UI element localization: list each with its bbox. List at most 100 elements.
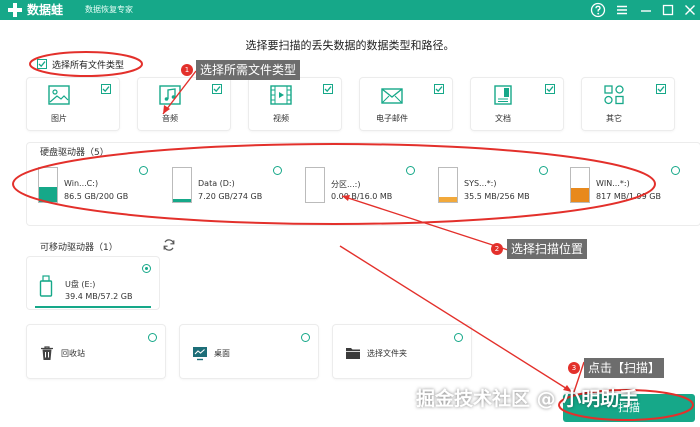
other-icon	[604, 85, 624, 105]
help-icon[interactable]	[590, 2, 606, 18]
hard-drive-item[interactable]: Data (D:) 7.20 GB/274 GB	[172, 166, 292, 207]
file-type-checkbox[interactable]	[101, 84, 111, 94]
drive-usage-fill	[39, 187, 57, 202]
file-type-label: 图片	[51, 114, 67, 123]
drive-radio[interactable]	[273, 166, 282, 175]
drive-usage-bar	[438, 167, 458, 203]
file-type-card-images[interactable]: 图片	[27, 78, 119, 130]
file-type-label: 音频	[162, 114, 178, 123]
usb-drive-size: 39.4 MB/57.2 GB	[65, 292, 133, 301]
file-type-card-audio[interactable]: 音频	[138, 78, 230, 130]
mail-icon	[381, 88, 403, 104]
title-bar: 数据蛙 数据恢复专家	[0, 0, 700, 20]
usb-drive-icon	[39, 275, 53, 297]
file-type-card-documents[interactable]: 文档	[471, 78, 563, 130]
minimize-icon[interactable]	[638, 2, 654, 18]
file-type-checkbox[interactable]	[323, 84, 333, 94]
menu-icon[interactable]	[614, 2, 630, 18]
checkmark-icon	[435, 86, 443, 93]
select-all-checkbox[interactable]	[37, 59, 47, 69]
drive-usage-bar	[172, 167, 192, 203]
location-radio[interactable]	[301, 333, 310, 342]
drive-usage-fill	[571, 188, 589, 202]
removable-drives-title: 可移动驱动器（1）	[40, 243, 118, 253]
drive-radio[interactable]	[671, 166, 680, 175]
file-type-checkbox[interactable]	[212, 84, 222, 94]
checkmark-icon	[213, 86, 221, 93]
hard-drive-item[interactable]: SYS...*:) 35.5 MB/256 MB	[438, 166, 558, 207]
document-icon	[494, 85, 512, 105]
file-type-card-email[interactable]: 电子邮件	[360, 78, 452, 130]
file-type-checkbox[interactable]	[434, 84, 444, 94]
file-type-card-video[interactable]: 视频	[249, 78, 341, 130]
file-type-checkbox[interactable]	[656, 84, 666, 94]
checkmark-icon	[38, 61, 46, 68]
select-all-label[interactable]: 选择所有文件类型	[52, 58, 124, 71]
drive-radio[interactable]	[539, 166, 548, 175]
app-name: 数据蛙	[27, 3, 64, 17]
watermark: 掘金技术社区 @ 小明助手	[416, 388, 639, 410]
file-type-label: 视频	[273, 114, 289, 123]
desktop-icon	[193, 347, 207, 361]
drive-radio[interactable]	[139, 166, 148, 175]
drive-name: Data (D:)	[198, 179, 235, 188]
annotation-callout-1: 选择所需文件类型	[196, 60, 301, 80]
location-radio[interactable]	[148, 333, 157, 342]
drive-name: WIN...*:)	[596, 179, 630, 188]
drive-size: 7.20 GB/274 GB	[198, 192, 263, 201]
drive-size: 0.00 B/16.0 MB	[331, 192, 393, 201]
checkmark-icon	[546, 86, 554, 93]
file-type-label: 其它	[606, 114, 622, 123]
drive-usage-fill	[439, 197, 457, 202]
image-icon	[48, 85, 70, 105]
file-type-label: 电子邮件	[376, 114, 408, 123]
location-label: 选择文件夹	[367, 349, 407, 358]
checkmark-icon	[324, 86, 332, 93]
drive-usage-fill	[173, 199, 191, 202]
recycle-bin-icon	[41, 346, 53, 360]
annotation-badge-3: 3	[568, 362, 580, 374]
drive-usage-bar	[305, 167, 325, 203]
hard-drive-item[interactable]: 分区...:) 0.00 B/16.0 MB	[305, 166, 425, 207]
usb-drive-radio[interactable]	[142, 264, 151, 273]
usb-drive-card[interactable]: U盘 (E:) 39.4 MB/57.2 GB	[27, 257, 159, 309]
file-type-checkbox[interactable]	[545, 84, 555, 94]
annotation-callout-3: 点击【扫描】	[584, 358, 665, 378]
app-logo-icon	[8, 3, 22, 17]
video-icon	[270, 85, 292, 105]
page-title: 选择要扫描的丢失数据的数据类型和路径。	[245, 39, 455, 52]
maximize-icon[interactable]	[660, 2, 676, 18]
location-card-desktop[interactable]: 桌面	[180, 325, 318, 378]
refresh-icon[interactable]	[162, 238, 176, 252]
drive-name: 分区...:)	[331, 180, 361, 189]
usb-drive-selected-underline	[35, 306, 151, 308]
app-subtitle: 数据恢复专家	[85, 5, 133, 14]
annotation-callout-2: 选择扫描位置	[507, 239, 588, 259]
drive-usage-bar	[570, 167, 590, 203]
annotation-badge-1: 1	[181, 64, 193, 76]
hard-drive-item[interactable]: Win...C:) 86.5 GB/200 GB	[38, 166, 158, 207]
location-card-recycle-bin[interactable]: 回收站	[27, 325, 165, 378]
file-type-card-other[interactable]: 其它	[582, 78, 674, 130]
annotation-badge-2: 2	[491, 243, 503, 255]
drive-size: 35.5 MB/256 MB	[464, 192, 530, 201]
music-icon	[159, 85, 181, 105]
close-icon[interactable]	[682, 2, 698, 18]
checkmark-icon	[102, 86, 110, 93]
drive-size: 86.5 GB/200 GB	[64, 192, 129, 201]
file-type-label: 文档	[495, 114, 511, 123]
drive-usage-bar	[38, 167, 58, 203]
hard-drives-title: 硬盘驱动器（5）	[40, 148, 109, 158]
folder-icon	[346, 348, 360, 359]
drive-size: 817 MB/1.99 GB	[596, 192, 661, 201]
location-radio[interactable]	[454, 333, 463, 342]
checkmark-icon	[657, 86, 665, 93]
hard-drive-item[interactable]: WIN...*:) 817 MB/1.99 GB	[570, 166, 690, 207]
drive-radio[interactable]	[406, 166, 415, 175]
drive-name: SYS...*:)	[464, 179, 497, 188]
location-label: 回收站	[61, 349, 85, 358]
location-card-choose-folder[interactable]: 选择文件夹	[333, 325, 471, 378]
drive-name: Win...C:)	[64, 179, 99, 188]
usb-drive-name: U盘 (E:)	[65, 280, 96, 289]
location-label: 桌面	[214, 349, 230, 358]
